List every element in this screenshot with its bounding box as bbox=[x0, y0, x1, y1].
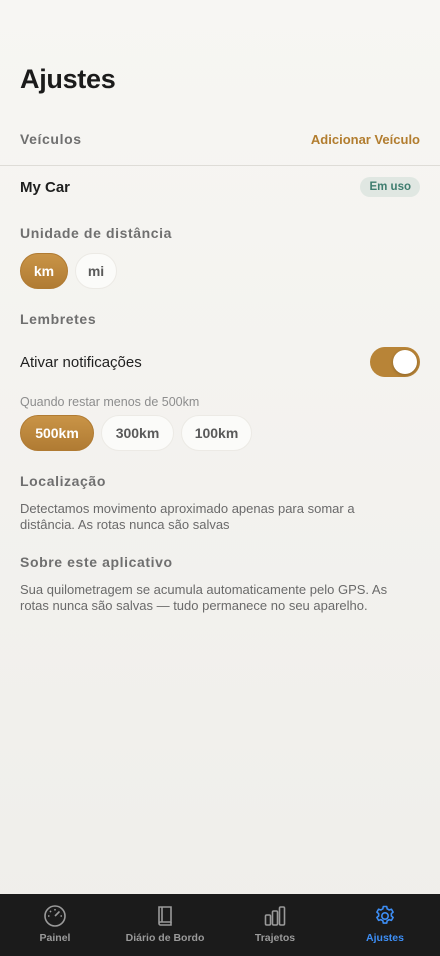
section-divider bbox=[0, 165, 440, 166]
tab-ajustes[interactable]: Ajustes bbox=[330, 894, 440, 956]
tab-label: Painel bbox=[39, 932, 71, 944]
location-label: Localização bbox=[20, 473, 106, 489]
add-vehicle-button[interactable]: Adicionar Veículo bbox=[311, 132, 420, 147]
gauge-icon bbox=[44, 905, 66, 927]
threshold-selector: 500km 300km 100km bbox=[20, 415, 252, 451]
tab-label: Trajetos bbox=[254, 932, 296, 944]
tab-label: Diário de Bordo bbox=[125, 932, 205, 944]
notifications-row: Ativar notificações bbox=[20, 347, 420, 377]
tab-painel[interactable]: Painel bbox=[0, 894, 110, 956]
page-title: Ajustes bbox=[20, 64, 116, 94]
threshold-option-100km[interactable]: 100km bbox=[181, 415, 252, 451]
tab-trajetos[interactable]: Trajetos bbox=[220, 894, 330, 956]
bars-icon bbox=[264, 906, 286, 926]
threshold-option-300km[interactable]: 300km bbox=[101, 415, 174, 451]
vehicle-row[interactable]: My Car Em uso bbox=[20, 175, 420, 199]
tab-label: Ajustes bbox=[366, 932, 404, 944]
distance-unit-label: Unidade de distância bbox=[20, 225, 173, 241]
reminders-label: Lembretes bbox=[20, 311, 97, 327]
unit-option-mi[interactable]: mi bbox=[75, 253, 117, 289]
threshold-hint: Quando restar menos de 500km bbox=[20, 395, 200, 409]
location-header: Localização bbox=[20, 473, 420, 489]
book-icon bbox=[158, 906, 172, 926]
settings-screen: Ajustes Veículos Adicionar Veículo My Ca… bbox=[0, 0, 440, 956]
vehicles-section-header: Veículos Adicionar Veículo bbox=[20, 131, 420, 147]
tab-bar: Painel Diário de Bordo Trajetos Ajustes bbox=[0, 894, 440, 956]
vehicles-section-label: Veículos bbox=[20, 131, 82, 147]
notifications-label: Ativar notificações bbox=[20, 353, 142, 371]
notifications-toggle[interactable] bbox=[370, 347, 420, 377]
reminders-header: Lembretes bbox=[20, 311, 420, 327]
distance-unit-selector: km mi bbox=[20, 253, 117, 289]
in-use-badge: Em uso bbox=[360, 177, 420, 197]
location-description: Detectamos movimento aproximado apenas p… bbox=[20, 501, 355, 532]
threshold-option-500km[interactable]: 500km bbox=[20, 415, 94, 451]
about-description: Sua quilometragem se acumula automaticam… bbox=[20, 582, 388, 613]
toggle-knob bbox=[393, 350, 417, 374]
about-header: Sobre este aplicativo bbox=[20, 554, 420, 570]
vehicle-name: My Car bbox=[20, 178, 71, 196]
about-label: Sobre este aplicativo bbox=[20, 554, 173, 570]
unit-option-km[interactable]: km bbox=[20, 253, 68, 289]
tab-diario-de-bordo[interactable]: Diário de Bordo bbox=[110, 894, 220, 956]
distance-unit-header: Unidade de distância bbox=[20, 225, 420, 241]
gear-icon bbox=[376, 905, 394, 924]
